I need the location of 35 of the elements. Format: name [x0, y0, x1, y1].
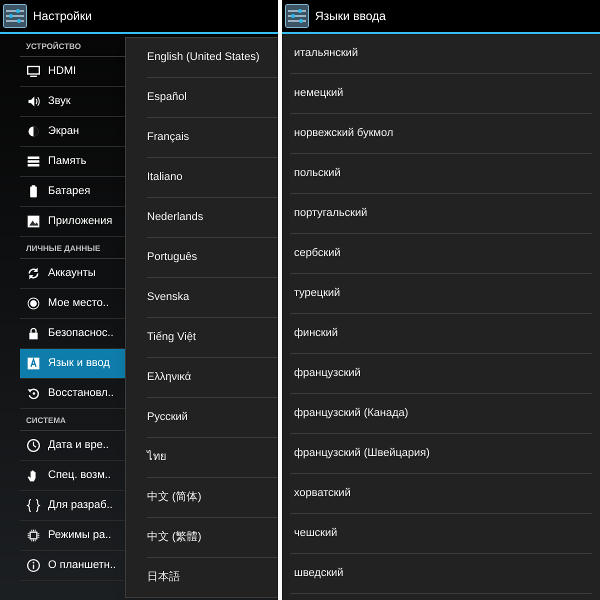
section-header: ЛИЧНЫЕ ДАННЫЕ	[26, 243, 100, 255]
settings-icon[interactable]	[3, 4, 27, 28]
input-language-item[interactable]: норвежский букмол	[290, 114, 592, 154]
input-language-item[interactable]: турецкий	[290, 274, 592, 314]
input-language-item[interactable]: польский	[290, 154, 592, 194]
braces-icon	[26, 498, 41, 513]
input-language-item[interactable]: финский	[290, 314, 592, 354]
settings-icon[interactable]	[285, 4, 309, 28]
chip-icon	[26, 528, 41, 543]
window-title: Языки ввода	[315, 8, 386, 25]
apps-icon	[26, 214, 41, 229]
input-language-item[interactable]: чешский	[290, 514, 592, 554]
storage-icon	[26, 154, 41, 169]
input-language-item[interactable]: итальянский	[290, 34, 592, 74]
restore-icon	[26, 386, 41, 401]
section-header: СИСТЕМА	[26, 415, 66, 427]
input-language-item[interactable]: французский	[290, 354, 592, 394]
clock-icon	[26, 438, 41, 453]
info-icon	[26, 558, 41, 573]
window-title: Настройки	[33, 8, 92, 25]
brightness-icon	[26, 124, 41, 139]
sync-icon	[26, 266, 41, 281]
keyboard-letter-icon	[26, 356, 41, 371]
input-language-item[interactable]: немецкий	[290, 74, 592, 114]
monitor-icon	[26, 64, 41, 79]
input-language-item[interactable]: французский (Швейцария)	[290, 434, 592, 474]
speaker-icon	[26, 94, 41, 109]
input-language-item[interactable]: французский (Канада)	[290, 394, 592, 434]
section-header: УСТРОЙСТВО	[26, 41, 81, 53]
input-language-item[interactable]: хорватский	[290, 474, 592, 514]
input-language-item[interactable]: португальский	[290, 194, 592, 234]
input-language-item[interactable]: шведский	[290, 554, 592, 594]
location-icon	[26, 296, 41, 311]
sidebar-item[interactable]: Язык и ввод	[20, 349, 125, 379]
input-language-item[interactable]: сербский	[290, 234, 592, 274]
